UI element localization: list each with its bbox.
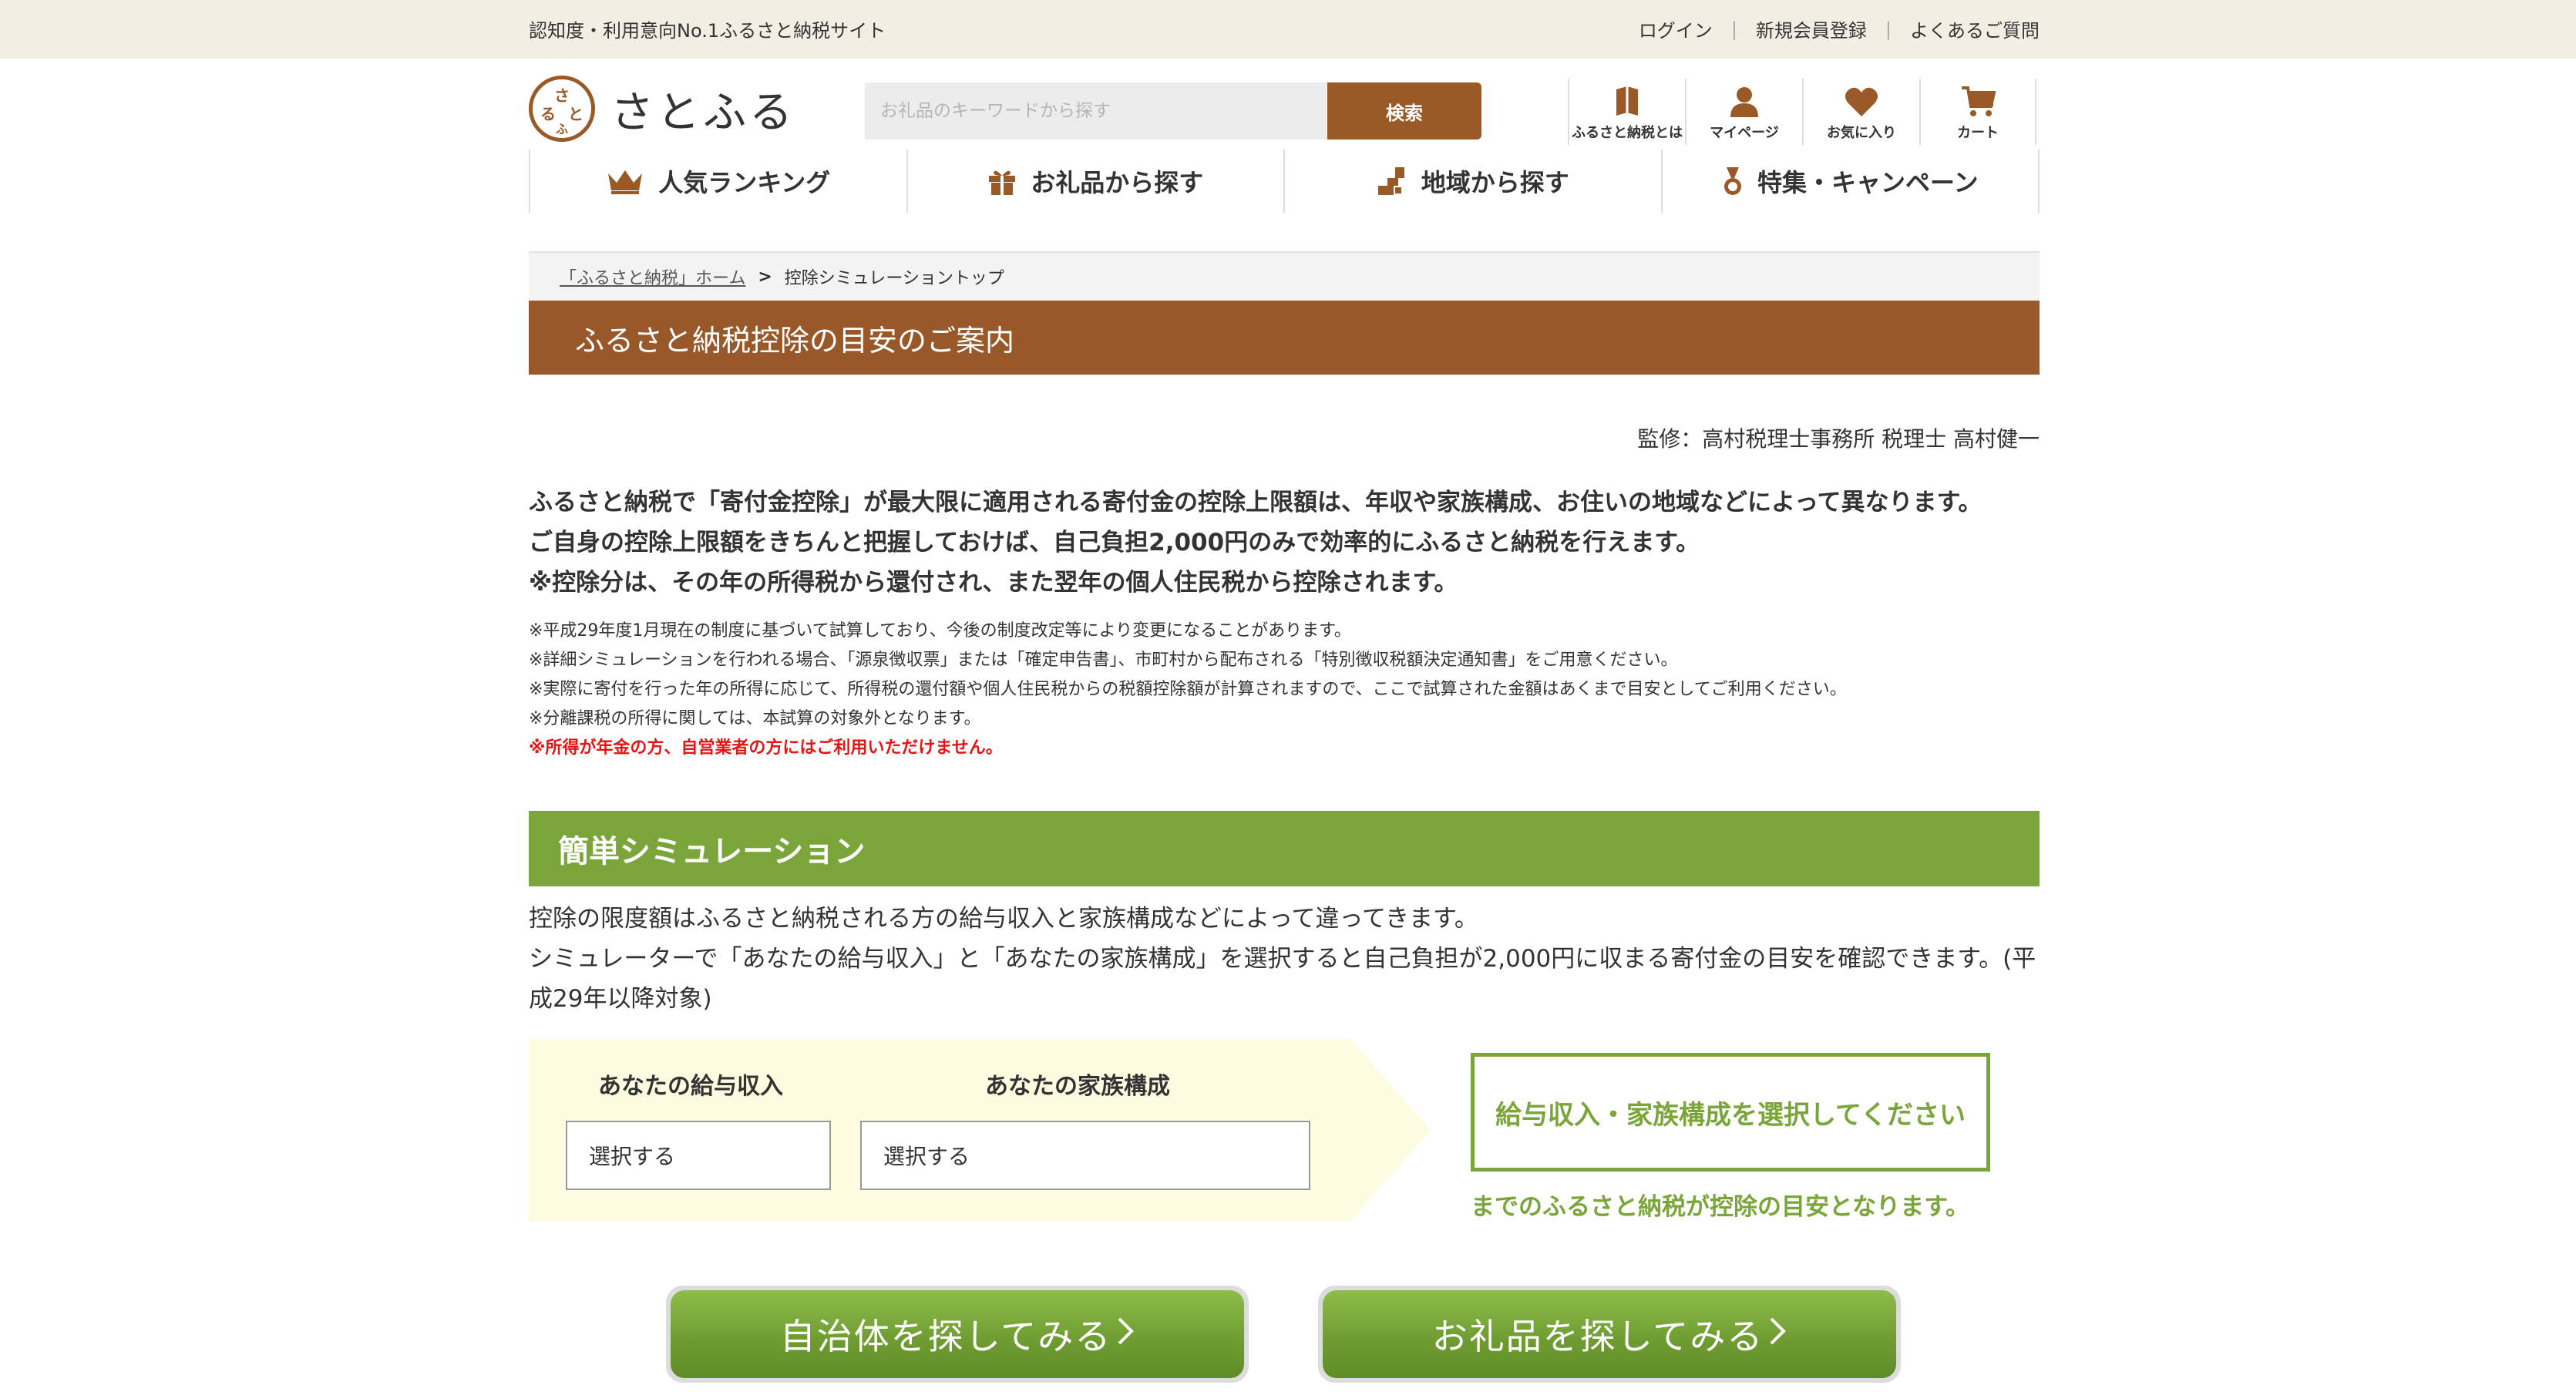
search-button[interactable]: 検索 [1327,82,1481,140]
nav-gifts[interactable]: お礼品から探す [906,150,1284,213]
nav-favorites-label: お気に入り [1827,125,1896,141]
logo-seal-graphic: さ る と ふ [540,86,583,136]
site-tagline: 認知度・利用意向No.1ふるさと納税サイト [529,20,886,42]
top-strip: 認知度・利用意向No.1ふるさと納税サイト ログイン | 新規会員登録 | よく… [0,0,2576,59]
find-municipality-text: 自治体を探してみる [779,1316,1112,1357]
nav-about-label: ふるさと納税とは [1572,125,1683,141]
nav-cart[interactable]: カート [1919,79,2036,145]
breadcrumb-home-link[interactable]: 「ふるさと納税」ホーム [560,264,745,289]
nav-about-furusato[interactable]: ふるさと納税とは [1568,79,1685,145]
top-link-separator: | [1885,18,1892,40]
logo-name: さとふる [610,87,795,138]
crown-icon [606,167,644,195]
nav-mypage[interactable]: マイページ [1685,79,1802,145]
search-input[interactable] [865,82,1327,140]
intro-line: ※控除分は、その年の所得税から還付され、また翌年の個人住民税から控除されます。 [529,569,1458,597]
search-bar: 検索 [865,82,1481,140]
find-gifts-text: お礼品を探してみる [1431,1316,1764,1357]
intro-line: ご自身の控除上限額をきちんと把握しておけば、自己負担2,000円のみで効率的にふ… [529,529,1700,556]
medal-icon [1722,166,1744,197]
simulation-desc-line: 控除の限度額はふるさと納税される方の給与収入と家族構成などによって違ってきます。 [529,905,1478,933]
note-line: ※実際に寄付を行った年の所得に応じて、所得税の還付額や個人住民税からの税額控除額… [529,680,1847,699]
result-box: 給与収入・家族構成を選択してください [1471,1053,1990,1172]
book-icon [1613,82,1641,122]
heart-icon [1844,82,1879,122]
nav-mypage-label: マイページ [1710,125,1779,141]
find-gifts-label: お礼品を探してみる [1323,1290,1896,1378]
simulation-heading: 簡単シミュレーション [529,811,2040,886]
income-label: あなたの給与収入 [598,1073,783,1100]
note-line: ※平成29年度1月現在の制度に基づいて試算しており、今後の制度改定等により変更に… [529,621,1351,641]
chevron-right-icon [1768,1313,1787,1355]
family-label: あなたの家族構成 [985,1073,1170,1100]
notes: ※平成29年度1月現在の制度に基づいて試算しており、今後の制度改定等により変更に… [529,617,2040,763]
nav-region[interactable]: 地域から探す [1283,150,1661,213]
breadcrumb-current: 控除シミュレーショントップ [784,269,1004,288]
svg-text:さ: さ [554,86,570,105]
region-icon [1377,166,1407,197]
gift-icon [987,166,1017,196]
site-logo[interactable]: さ る と ふ さとふる [529,76,795,142]
faq-link[interactable]: よくあるご質問 [1910,15,2040,42]
logo-seal-icon: さ る と ふ [529,76,595,142]
breadcrumb: 「ふるさと納税」ホーム > 控除シミュレーショントップ [529,251,2040,301]
nav-favorites[interactable]: お気に入り [1802,79,1919,145]
nav-gifts-label: お礼品から探す [1031,168,1204,197]
find-municipality-button[interactable]: 自治体を探してみる [666,1286,1249,1383]
nav-campaign-label: 特集・キャンペーン [1757,168,1979,197]
breadcrumb-separator: > [758,267,772,287]
note-line: ※分離課税の所得に関しては、本試算の対象外となります。 [529,709,981,728]
main-nav: 人気ランキング お礼品から探す 地域から探す 特集・キャンペーン [529,150,2040,213]
icon-nav: ふるさと納税とは マイページ お気に入り カート [1568,79,2036,145]
page-title: ふるさと納税控除の目安のご案内 [529,301,2040,375]
register-link[interactable]: 新規会員登録 [1756,15,1867,42]
cart-icon [1960,82,1996,122]
nav-ranking-label: 人気ランキング [658,168,831,197]
simulation-desc-line: シミュレーターで「あなたの給与収入」と「あなたの家族構成」を選択すると自己負担が… [529,945,2036,1013]
user-icon [1727,82,1761,122]
intro-line: ふるさと納税で「寄付金控除」が最大限に適用される寄付金の控除上限額は、年収や家族… [529,489,1982,516]
warning-note: ※所得が年金の方、自営業者の方にはご利用いただけません。 [529,738,1003,758]
nav-cart-label: カート [1957,125,1999,141]
simulation-description: 控除の限度額はふるさと納税される方の給与収入と家族構成などによって違ってきます。… [529,899,2040,1019]
find-municipality-label: 自治体を探してみる [671,1290,1244,1378]
find-gifts-button[interactable]: お礼品を探してみる [1318,1286,1901,1383]
top-link-separator: | [1730,18,1737,40]
income-select[interactable]: 選択する [566,1121,831,1190]
nav-campaign[interactable]: 特集・キャンペーン [1660,150,2040,213]
simulation-form: あなたの給与収入 あなたの家族構成 選択する 選択する [529,1039,1431,1221]
nav-ranking[interactable]: 人気ランキング [529,150,906,213]
svg-text:ふ: ふ [556,122,568,136]
top-links: ログイン | 新規会員登録 | よくあるご質問 [1639,15,2040,42]
result-note: までのふるさと納税が控除の目安となります。 [1471,1193,1969,1221]
nav-region-label: 地域から探す [1421,168,1569,197]
svg-text:る: る [540,105,556,123]
note-line: ※詳細シミュレーションを行われる場合、「源泉徴収票」または「確定申告書」、市町村… [529,651,1678,670]
supervisor-credit: 監修：高村税理士事務所 税理士 高村健一 [1637,426,2040,452]
login-link[interactable]: ログイン [1639,15,1713,42]
intro-text: ふるさと納税で「寄付金控除」が最大限に適用される寄付金の控除上限額は、年収や家族… [529,482,2040,603]
svg-text:と: と [568,105,583,123]
family-select[interactable]: 選択する [860,1121,1310,1190]
chevron-right-icon [1116,1313,1135,1355]
